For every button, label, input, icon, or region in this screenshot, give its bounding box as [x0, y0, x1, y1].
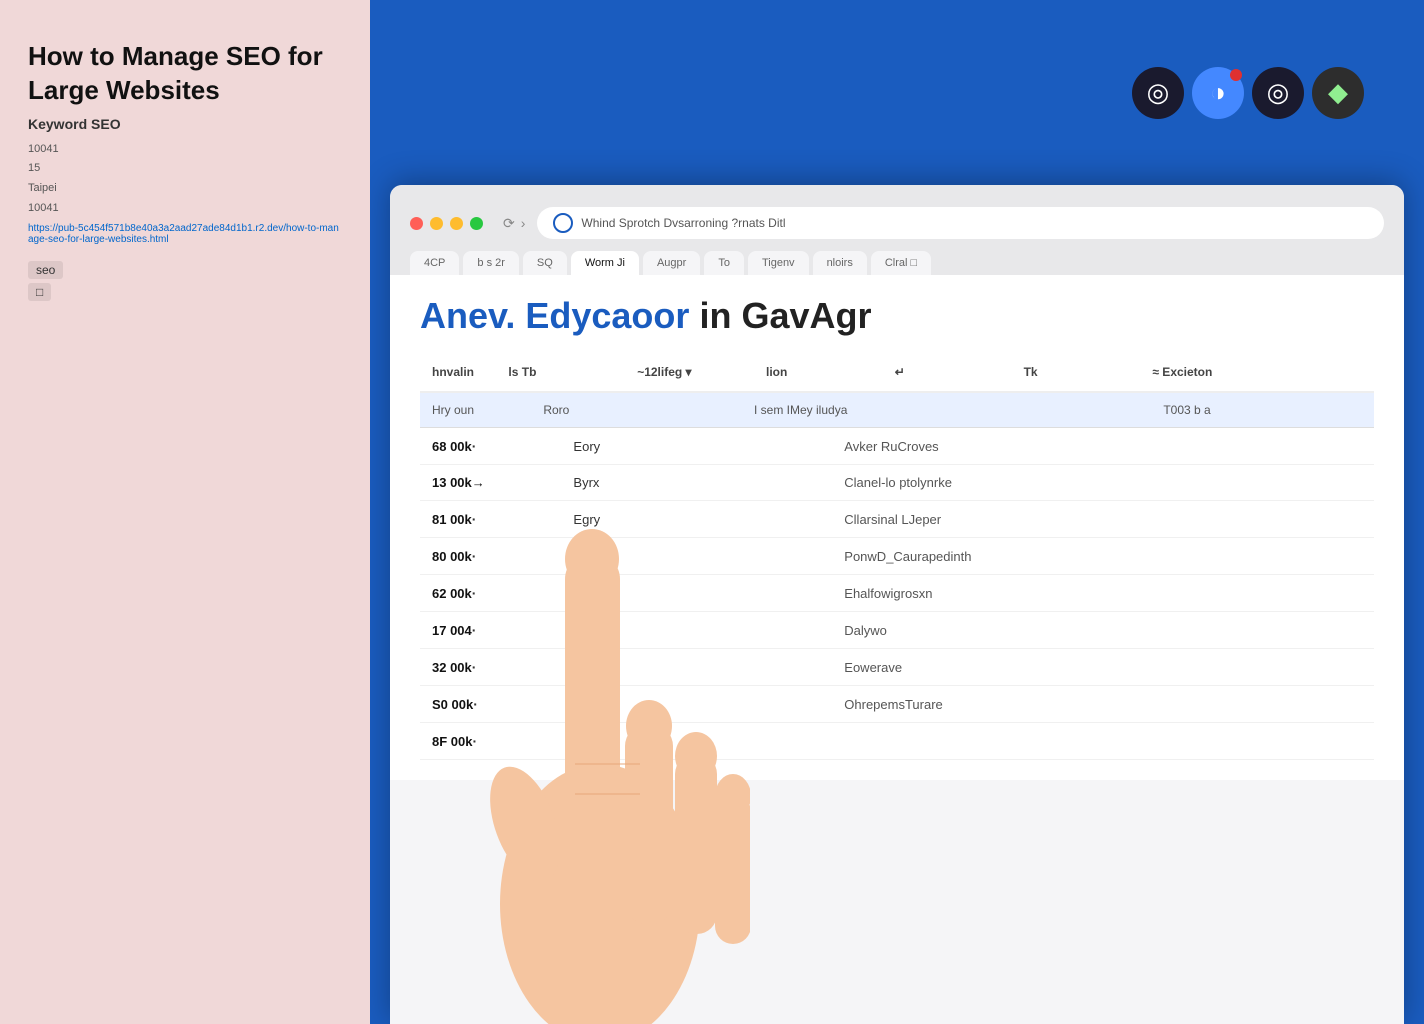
main-area: ◎ ◑ ◎ ◆ — [370, 0, 1424, 1024]
row3-col1: 81 00k· — [432, 511, 561, 527]
row3-col3: Cllarsinal LJeper — [844, 512, 1362, 527]
tab-worm[interactable]: Worm Ji — [571, 251, 639, 275]
notification-dot — [1230, 69, 1242, 81]
top-bar: ◎ ◑ ◎ ◆ — [370, 0, 1424, 185]
sidebar-tag2: □ — [28, 283, 51, 301]
top-bar-icons: ◎ ◑ ◎ ◆ — [1132, 67, 1364, 119]
browser-window: ⟳ › Whind Sprotch Dvsarroning ?rnats Dit… — [390, 185, 1404, 1024]
th-3: ~12lifeg ▾ — [625, 361, 754, 383]
table-row: 62 00k· Bury Ehalfowigrosxn — [420, 575, 1374, 612]
row1-col3: Avker RuCroves — [844, 439, 1362, 454]
sidebar: How to Manage SEO for Large Websites Key… — [0, 0, 370, 1024]
icon-circle-4[interactable]: ◆ — [1312, 67, 1364, 119]
tab-clral[interactable]: Clral □ — [871, 251, 931, 275]
row1-col2: Eory — [573, 439, 832, 454]
meta-id: 10041 — [28, 143, 59, 155]
meta-num: 15 — [28, 162, 40, 174]
row4-col1: 80 00k· — [432, 548, 561, 564]
table-row: S0 00k· Nillv OhrepemsTurare — [420, 686, 1374, 723]
table-row: 8F 00k· — [420, 723, 1374, 760]
tab-bar: 4CP b s 2r SQ Worm Ji Augpr To Tigenv nl… — [390, 245, 1404, 275]
tab-nloirs[interactable]: nloirs — [813, 251, 867, 275]
icon-circle-3[interactable]: ◎ — [1252, 67, 1304, 119]
table-sub-header: Hry oun Roro I sem IMey iludya T003 b a — [420, 393, 1374, 428]
title-suffix: GavAgr — [741, 295, 871, 336]
row6-col3: Dalywo — [844, 623, 1362, 638]
row2-col1: 13 00k→ — [432, 475, 561, 490]
th-2: ls Tb — [496, 361, 625, 383]
row5-col3: Ehalfowigrosxn — [844, 586, 1362, 601]
subh-1: Hry oun — [432, 403, 531, 417]
th-1: hnvalin — [420, 361, 496, 383]
address-text: Whind Sprotch Dvsarroning ?rnats Ditl — [581, 216, 785, 230]
browser-chrome: ⟳ › Whind Sprotch Dvsarroning ?rnats Dit… — [390, 185, 1404, 245]
security-icon — [553, 213, 573, 233]
icon-circle-1[interactable]: ◎ — [1132, 67, 1184, 119]
row2-col3: Clanel-lo ptolynrke — [844, 475, 1362, 490]
sidebar-url[interactable]: https://pub-5c454f571b8e40a3a2aad27ade84… — [28, 223, 342, 245]
subh-2: Roro — [543, 403, 742, 417]
row4-col2: Bylg — [573, 549, 832, 564]
subh-4: T003 b a — [1163, 403, 1362, 417]
row2-col2: Byrx — [573, 475, 832, 490]
row8-col3: OhrepemsTurare — [844, 697, 1362, 712]
sidebar-subtitle: Keyword SEO — [28, 116, 342, 132]
content-area: Anev. Edycaoor in GavAgr hnvalin ls Tb ~… — [390, 275, 1404, 780]
content-title: Anev. Edycaoor in GavAgr — [420, 295, 1374, 337]
sidebar-meta: 10041 15 Taipei 10041 — [28, 140, 342, 219]
row8-col1: S0 00k· — [432, 696, 561, 712]
th-7: ≈ Excieton — [1140, 361, 1374, 383]
browser-nav: ⟳ › — [503, 215, 525, 232]
tab-tigenv[interactable]: Tigenv — [748, 251, 809, 275]
table-row: 17 004· Rylg Dalywo — [420, 612, 1374, 649]
table-row: 68 00k· Eory Avker RuCroves — [420, 428, 1374, 465]
traffic-lights — [410, 217, 483, 230]
title-highlight: Anev. Edycaoor — [420, 295, 689, 336]
row7-col2: Bory — [573, 660, 832, 675]
th-5: ↵ — [883, 361, 1012, 383]
close-button[interactable] — [410, 217, 423, 230]
row8-col2: Nillv — [573, 697, 832, 712]
row9-col1: 8F 00k· — [432, 733, 561, 749]
fullscreen-button-y[interactable] — [450, 217, 463, 230]
th-6: Tk — [1012, 361, 1141, 383]
table-row: 80 00k· Bylg PonwD_Caurapedinth — [420, 538, 1374, 575]
sidebar-title: How to Manage SEO for Large Websites — [28, 40, 342, 108]
row5-col1: 62 00k· — [432, 585, 561, 601]
tab-te[interactable]: To — [704, 251, 744, 275]
meta-city: Taipei — [28, 182, 57, 194]
icon-wrap-2: ◑ — [1192, 67, 1244, 119]
subh-3: I sem IMey iludya — [754, 403, 1151, 417]
data-table: hnvalin ls Tb ~12lifeg ▾ lion ↵ Tk ≈ Exc… — [420, 353, 1374, 760]
row4-col3: PonwD_Caurapedinth — [844, 549, 1362, 564]
row6-col1: 17 004· — [432, 622, 561, 638]
back-icon[interactable]: ⟳ — [503, 215, 515, 232]
meta-zip: 10041 — [28, 202, 59, 214]
tab-augpr[interactable]: Augpr — [643, 251, 700, 275]
sidebar-tag: seo — [28, 261, 63, 279]
address-bar[interactable]: Whind Sprotch Dvsarroning ?rnats Ditl — [537, 207, 1384, 239]
tab-sq[interactable]: SQ — [523, 251, 567, 275]
tab-icon[interactable]: 4CP — [410, 251, 459, 275]
title-in: in — [699, 295, 741, 336]
th-4: lion — [754, 361, 883, 383]
table-row: 32 00k· Bory Eowerave — [420, 649, 1374, 686]
minimize-button[interactable] — [430, 217, 443, 230]
row6-col2: Rylg — [573, 623, 832, 638]
row7-col1: 32 00k· — [432, 659, 561, 675]
row1-col1: 68 00k· — [432, 438, 561, 454]
table-header: hnvalin ls Tb ~12lifeg ▾ lion ↵ Tk ≈ Exc… — [420, 353, 1374, 393]
tab-b[interactable]: b s 2r — [463, 251, 519, 275]
table-row: 13 00k→ Byrx Clanel-lo ptolynrke — [420, 465, 1374, 501]
row3-col2: Egry — [573, 512, 832, 527]
forward-icon[interactable]: › — [521, 215, 526, 231]
row5-col2: Bury — [573, 586, 832, 601]
row7-col3: Eowerave — [844, 660, 1362, 675]
fullscreen-button-g[interactable] — [470, 217, 483, 230]
table-row: 81 00k· Egry Cllarsinal LJeper — [420, 501, 1374, 538]
